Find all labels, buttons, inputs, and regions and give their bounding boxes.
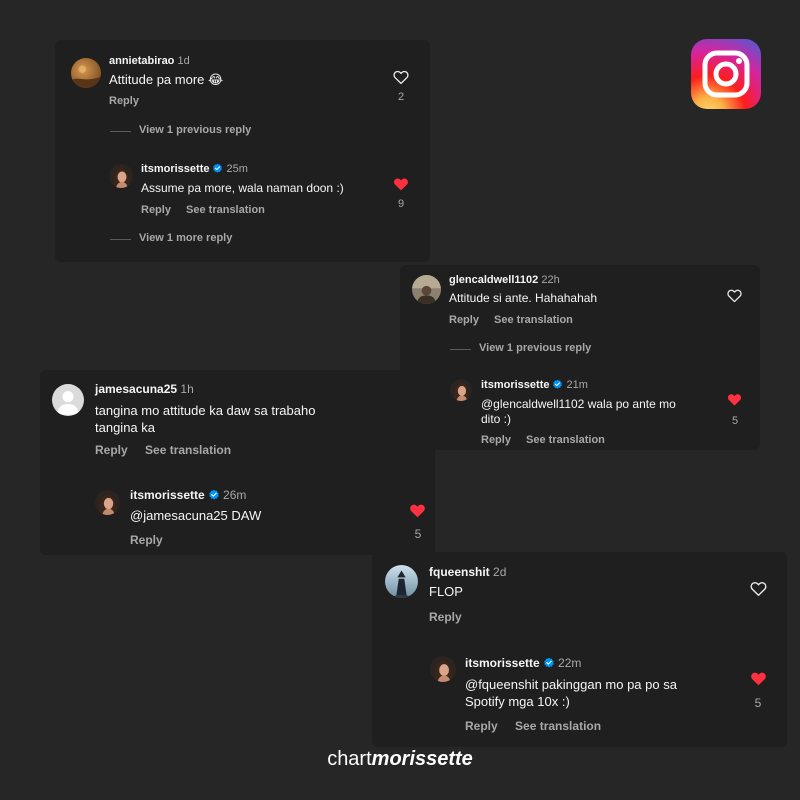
comment-header: glencaldwell1102 22h	[449, 274, 560, 286]
username[interactable]: jamesacuna25	[95, 382, 177, 396]
reply-button[interactable]: Reply	[465, 719, 498, 733]
avatar[interactable]	[71, 58, 101, 88]
see-translation-button[interactable]: See translation	[145, 443, 231, 457]
avatar[interactable]	[430, 656, 456, 682]
thread-divider	[110, 239, 131, 240]
see-translation-button[interactable]: See translation	[526, 434, 605, 446]
view-previous-replies-button[interactable]: View 1 previous reply	[479, 342, 591, 354]
timestamp: 1d	[177, 55, 190, 67]
like-heart-icon[interactable]	[726, 287, 743, 304]
timestamp: 22h	[541, 274, 560, 286]
reply-button[interactable]: Reply	[141, 204, 171, 216]
reply-text-line: Spotify mga 10x :)	[465, 694, 570, 709]
thread-divider	[450, 349, 471, 350]
timestamp: 2d	[493, 565, 507, 579]
reply-header: itsmorissette 21m	[481, 379, 588, 391]
like-count: 2	[397, 91, 405, 103]
comment-text: FLOP	[429, 584, 463, 599]
timestamp: 21m	[566, 379, 588, 391]
comment-text: Attitude si ante. Hahahahah	[449, 291, 598, 305]
reply-text: Assume pa more, wala naman doon :)	[141, 181, 344, 195]
verified-badge-icon	[208, 489, 220, 501]
comment-card-jamesacuna25: jamesacuna25 1h tangina mo attitude ka d…	[40, 370, 435, 555]
reply-text: @fqueenshit pakinggan mo pa po sa Spotif…	[465, 676, 677, 710]
see-translation-button[interactable]: See translation	[186, 204, 265, 216]
verified-badge-icon	[543, 657, 555, 669]
view-more-replies-button[interactable]: View 1 more reply	[139, 232, 232, 244]
liked-heart-icon[interactable]	[726, 391, 743, 408]
reply-header: itsmorissette 25m	[141, 163, 248, 175]
reply-text: @jamesacuna25 DAW	[130, 508, 262, 523]
like-count: 5	[754, 696, 762, 710]
footer-brand-name: morissette	[371, 748, 473, 770]
comment-header: annietabirao 1d	[109, 55, 190, 67]
username[interactable]: itsmorissette	[141, 163, 209, 175]
verified-badge-icon	[552, 379, 563, 390]
timestamp: 22m	[558, 656, 582, 670]
verified-badge-icon	[212, 163, 223, 174]
avatar[interactable]	[109, 164, 133, 188]
reply-button[interactable]: Reply	[95, 443, 128, 457]
instagram-logo	[691, 39, 761, 109]
username[interactable]: itsmorissette	[481, 379, 549, 391]
comment-card-fqueenshit: fqueenshit 2d FLOP Reply itsmorissette 2…	[372, 552, 787, 747]
reply-button[interactable]: Reply	[449, 314, 479, 326]
like-heart-icon[interactable]	[392, 68, 410, 86]
username[interactable]: glencaldwell1102	[449, 274, 538, 286]
comment-card-glencaldwell1102: glencaldwell1102 22h Attitude si ante. H…	[400, 265, 760, 450]
username[interactable]: fqueenshit	[429, 565, 490, 579]
see-translation-button[interactable]: See translation	[494, 314, 573, 326]
timestamp: 1h	[180, 382, 194, 396]
reply-actions: Reply See translation	[465, 719, 601, 733]
reply-text: @glencaldwell1102 wala po ante mo dito :…	[481, 397, 676, 427]
comment-text-line: tangina mo attitude ka daw sa trabaho	[95, 403, 316, 418]
reply-button[interactable]: Reply	[109, 95, 139, 107]
like-count: 9	[397, 198, 405, 210]
like-heart-icon[interactable]	[749, 579, 768, 598]
timestamp: 25m	[226, 163, 248, 175]
liked-heart-icon[interactable]	[749, 669, 768, 688]
thread-divider	[110, 131, 131, 132]
avatar[interactable]	[52, 384, 84, 416]
view-previous-replies-button[interactable]: View 1 previous reply	[139, 124, 251, 136]
liked-heart-icon[interactable]	[392, 175, 410, 193]
comment-header: fqueenshit 2d	[429, 565, 506, 579]
reply-header: itsmorissette 22m	[465, 656, 581, 670]
comment-header: jamesacuna25 1h	[95, 382, 194, 396]
timestamp: 26m	[223, 488, 247, 502]
see-translation-button[interactable]: See translation	[515, 719, 601, 733]
reply-button[interactable]: Reply	[481, 434, 511, 446]
reply-button[interactable]: Reply	[130, 533, 163, 547]
reply-button[interactable]: Reply	[429, 610, 462, 624]
comment-text: tangina mo attitude ka daw sa trabaho ta…	[95, 402, 315, 436]
comment-text: Attitude pa more 😂	[109, 72, 224, 87]
avatar[interactable]	[95, 490, 120, 515]
username[interactable]: itsmorissette	[465, 656, 540, 670]
username[interactable]: itsmorissette	[130, 488, 205, 502]
like-count: 5	[414, 527, 422, 541]
liked-heart-icon[interactable]	[408, 501, 427, 520]
like-count: 5	[731, 415, 739, 427]
comment-actions: Reply See translation	[449, 314, 573, 326]
reply-text-line: dito :)	[481, 412, 512, 426]
reply-text-line: @glencaldwell1102 wala po ante mo	[481, 397, 676, 411]
footer-brand: chartmorissette	[0, 748, 800, 771]
reply-header: itsmorissette 26m	[130, 488, 246, 502]
reply-text-line: @fqueenshit pakinggan mo pa po sa	[465, 677, 677, 692]
footer-brand-prefix: chart	[327, 748, 372, 770]
comment-card-annietabirao: annietabirao 1d Attitude pa more 😂 Reply…	[55, 40, 430, 262]
avatar[interactable]	[450, 379, 472, 401]
username[interactable]: annietabirao	[109, 55, 174, 67]
reply-actions: Reply See translation	[141, 204, 265, 216]
comment-text-line: tangina ka	[95, 420, 155, 435]
avatar[interactable]	[385, 565, 418, 598]
avatar[interactable]	[412, 275, 441, 304]
reply-actions: Reply See translation	[481, 434, 605, 446]
comment-actions: Reply See translation	[95, 443, 231, 457]
